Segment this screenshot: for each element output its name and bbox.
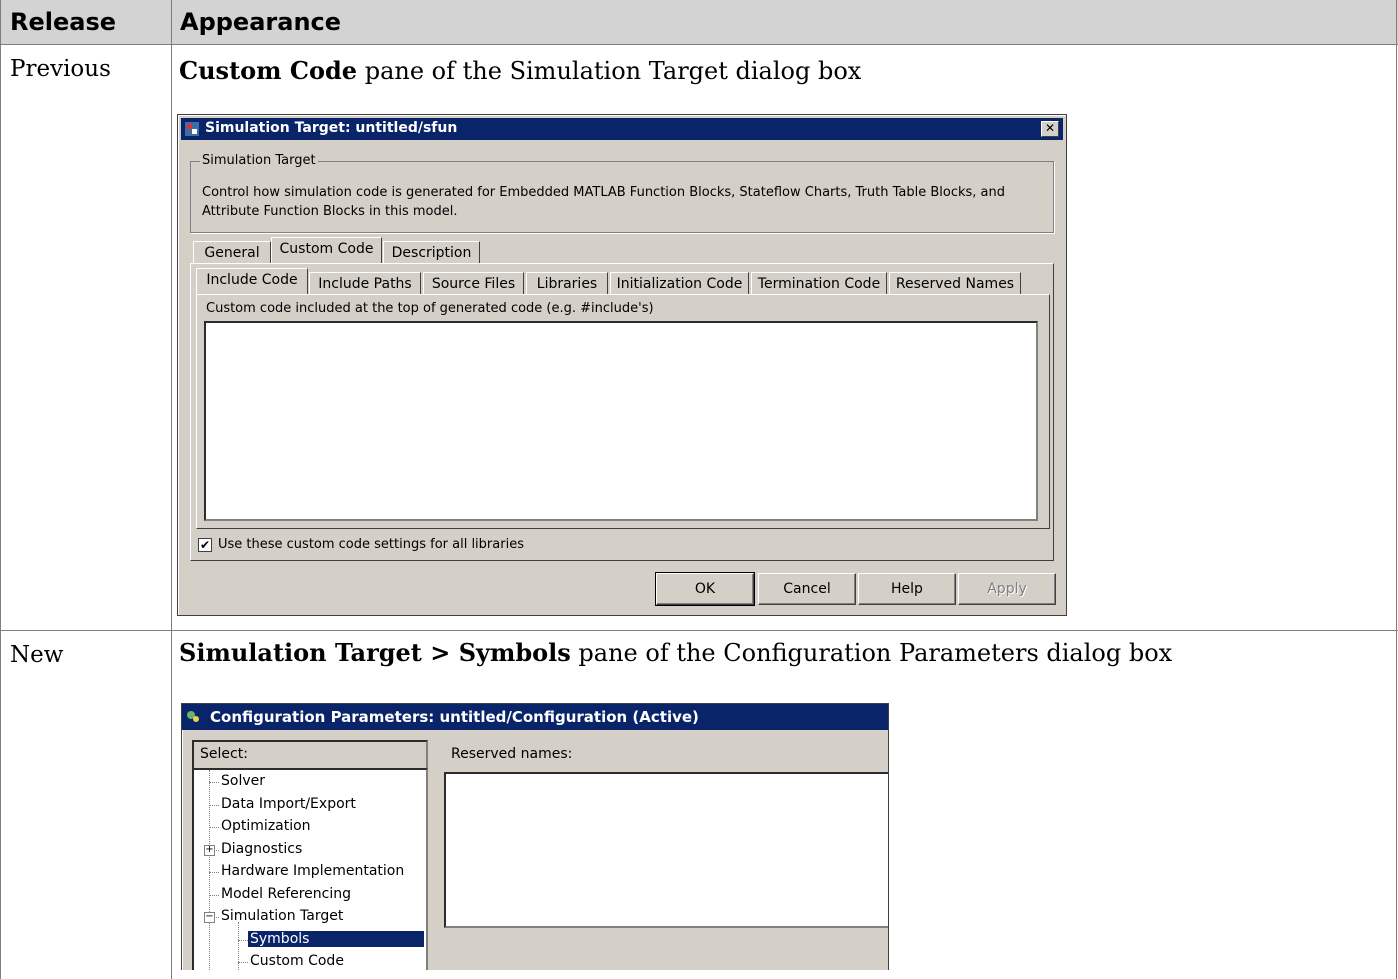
tab-description[interactable]: Description	[383, 241, 480, 264]
reserved-names-textarea[interactable]	[444, 772, 888, 928]
include-code-textarea[interactable]	[204, 321, 1038, 521]
release-previous: Previous	[10, 56, 111, 82]
app-icon	[185, 122, 199, 136]
tree-item-hardware-implementation[interactable]: Hardware Implementation	[221, 863, 404, 879]
group-description: Control how simulation code is generated…	[202, 185, 1005, 219]
dialog-titlebar[interactable]: Simulation Target: untitled/sfun ✕	[181, 118, 1063, 140]
close-icon[interactable]: ✕	[1041, 121, 1059, 137]
caption-previous: Custom Code pane of the Simulation Targe…	[179, 56, 862, 85]
subtab-include-paths[interactable]: Include Paths	[309, 272, 421, 295]
dialog-title: Simulation Target: untitled/sfun	[205, 120, 458, 136]
header-appearance: Appearance	[180, 8, 342, 36]
subtab-initialization-code[interactable]: Initialization Code	[610, 272, 749, 295]
area-label: Custom code included at the top of gener…	[206, 301, 654, 316]
tab-general[interactable]: General	[193, 241, 271, 264]
collapse-icon[interactable]: −	[204, 912, 215, 923]
tree-item-model-referencing[interactable]: Model Referencing	[221, 886, 351, 902]
help-button[interactable]: Help	[858, 573, 956, 605]
table-header: Release Appearance	[0, 0, 1398, 45]
subtab-reserved-names[interactable]: Reserved Names	[889, 272, 1021, 295]
simulation-target-dialog: Simulation Target: untitled/sfun ✕ Simul…	[177, 114, 1067, 616]
tree-item-optimization[interactable]: Optimization	[221, 818, 311, 834]
group-label: Simulation Target	[200, 153, 318, 168]
checkbox-label: Use these custom code settings for all l…	[218, 537, 524, 552]
tree-item-data-import-export[interactable]: Data Import/Export	[221, 796, 356, 812]
expand-icon[interactable]: +	[204, 845, 215, 856]
subtab-termination-code[interactable]: Termination Code	[751, 272, 887, 295]
release-new: New	[10, 642, 64, 668]
tree-item-solver[interactable]: Solver	[221, 773, 265, 789]
config-icon	[187, 711, 199, 722]
config-title: Configuration Parameters: untitled/Confi…	[210, 708, 699, 726]
configuration-parameters-dialog: Configuration Parameters: untitled/Confi…	[181, 703, 889, 970]
config-titlebar[interactable]: Configuration Parameters: untitled/Confi…	[182, 704, 888, 730]
tree-item-diagnostics[interactable]: Diagnostics	[221, 841, 302, 857]
cancel-button[interactable]: Cancel	[758, 573, 856, 605]
subtab-include-code[interactable]: Include Code	[196, 268, 308, 294]
tree-item-symbols[interactable]: Symbols	[248, 931, 424, 947]
checkmark-icon[interactable]: ✔	[198, 538, 212, 552]
reserved-names-label: Reserved names:	[451, 746, 573, 762]
category-tree[interactable]: + − Solver Data Import/Export Optimizati…	[192, 768, 428, 970]
apply-button[interactable]: Apply	[958, 573, 1056, 605]
header-release: Release	[10, 8, 117, 36]
tree-item-simulation-target[interactable]: Simulation Target	[221, 908, 343, 924]
caption-new: Simulation Target > Symbols pane of the …	[179, 638, 1173, 667]
tab-custom-code[interactable]: Custom Code	[271, 237, 382, 263]
tree-item-custom-code[interactable]: Custom Code	[250, 953, 344, 969]
ok-button[interactable]: OK	[655, 572, 755, 606]
subtab-source-files[interactable]: Source Files	[423, 272, 524, 295]
select-label: Select:	[200, 746, 248, 762]
subtab-libraries[interactable]: Libraries	[526, 272, 608, 295]
